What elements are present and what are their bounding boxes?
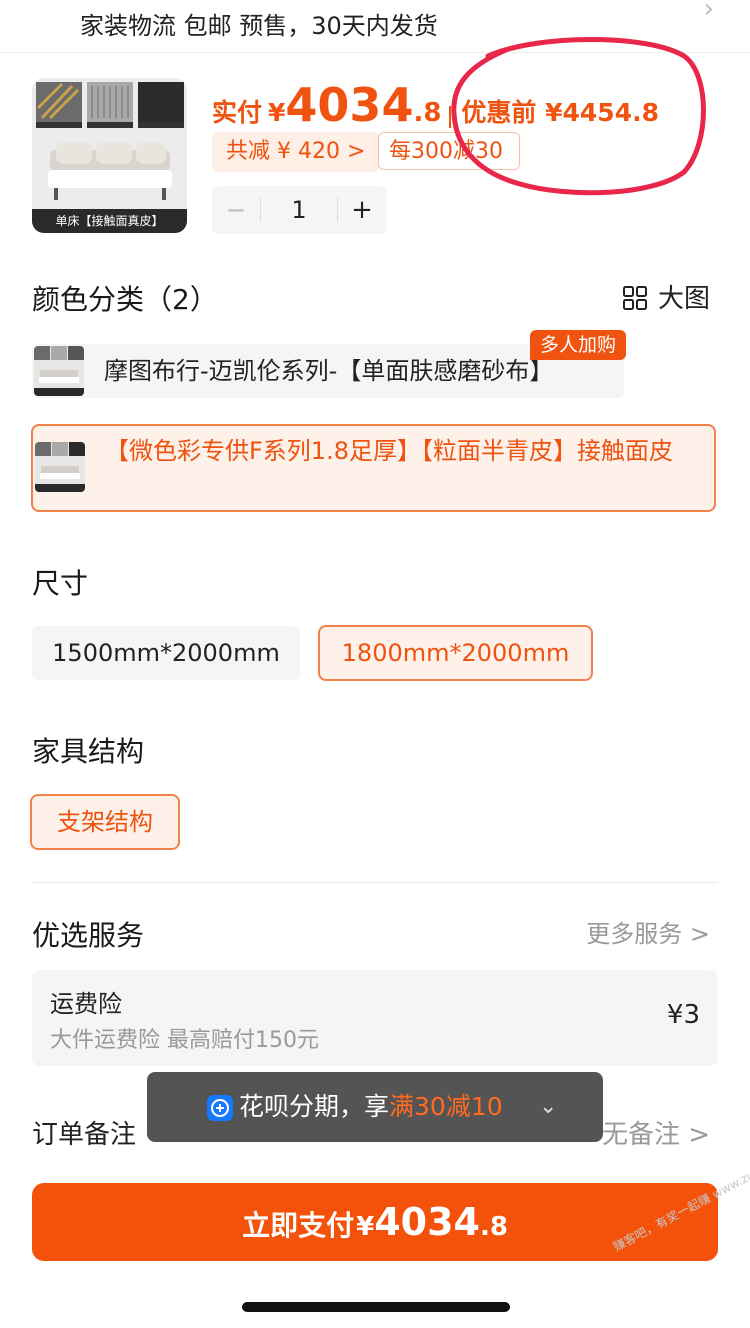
red-circle-annotation (451, 37, 706, 196)
order-note-label: 订单备注 (32, 1120, 137, 1150)
decrease-button[interactable]: − (212, 186, 260, 234)
home-indicator (242, 1302, 510, 1312)
toast-highlight: 满30减10 (389, 1092, 503, 1121)
toast-text: 花呗分期，享满30减10 (239, 1072, 503, 1142)
quantity-stepper: − 1 + (212, 186, 386, 234)
structure-option-selected[interactable]: 支架结构 (30, 794, 180, 850)
increase-button[interactable]: + (338, 186, 386, 234)
huabei-icon (207, 1095, 233, 1121)
currency-symbol: ¥ (356, 1212, 375, 1242)
product-thumbnail[interactable]: 单床【接触面真皮】 (32, 78, 187, 233)
more-services-link[interactable]: 更多服务 > (586, 914, 710, 949)
chevron-right-icon[interactable]: › (704, 0, 714, 24)
option-thumbnail (34, 346, 84, 396)
order-note-value[interactable]: 无备注 > (602, 1114, 710, 1151)
insurance-price: ¥3 (666, 1000, 700, 1030)
pay-button-label: 立即支付 (242, 1209, 355, 1242)
insurance-title: 运费险 (50, 990, 122, 1018)
pay-amount-integer: 4034 (285, 78, 414, 132)
toast-prefix: 花呗分期，享 (239, 1092, 390, 1121)
size-option-selected[interactable]: 1800mm*2000mm (318, 625, 593, 681)
big-image-toggle[interactable]: 大图 (622, 278, 711, 314)
color-option-label: 摩图布行-迈凯伦系列-【单面肤感磨砂布】 (104, 357, 554, 385)
insurance-description: 大件运费险 最高赔付150元 (50, 1028, 319, 1053)
bed-illustration (35, 442, 85, 492)
color-section-title: 颜色分类（2） (32, 283, 218, 316)
installment-toast[interactable]: 花呗分期，享满30减10 ⌄ (147, 1072, 603, 1142)
color-option-selected[interactable]: 【微色彩专供F系列1.8足厚】【粒面半青皮】接触面皮 (31, 424, 716, 512)
size-section-title: 尺寸 (32, 567, 89, 600)
big-image-label: 大图 (658, 284, 711, 314)
pay-button-amount-decimal: .8 (479, 1212, 508, 1242)
pay-amount-decimal: .8 (413, 98, 442, 128)
quantity-value[interactable]: 1 (261, 186, 337, 234)
chevron-down-icon: ⌄ (539, 1094, 558, 1119)
pay-label: 实付 (212, 98, 263, 127)
grid-icon (623, 286, 647, 310)
color-option-label: 【微色彩专供F系列1.8足厚】【粒面半青皮】接触面皮 (105, 437, 673, 465)
currency-symbol: ¥ (268, 98, 286, 127)
pay-button-amount-integer: 4034 (374, 1200, 480, 1244)
bed-illustration (34, 346, 84, 396)
structure-section-title: 家具结构 (32, 735, 145, 768)
shipping-info: 家装物流 包邮 预售，30天内发货 (80, 12, 438, 40)
divider (32, 882, 718, 883)
thumbnail-caption: 单床【接触面真皮】 (32, 209, 187, 233)
size-option[interactable]: 1500mm*2000mm (32, 626, 300, 680)
services-title: 优选服务 (32, 919, 145, 952)
shipping-insurance-card[interactable]: 运费险 大件运费险 最高赔付150元 ¥3 (32, 970, 718, 1066)
option-thumbnail (35, 442, 85, 492)
group-buy-tag: 多人加购 (530, 330, 627, 360)
discount-chip[interactable]: 共减 ¥ 420 > (212, 132, 380, 172)
